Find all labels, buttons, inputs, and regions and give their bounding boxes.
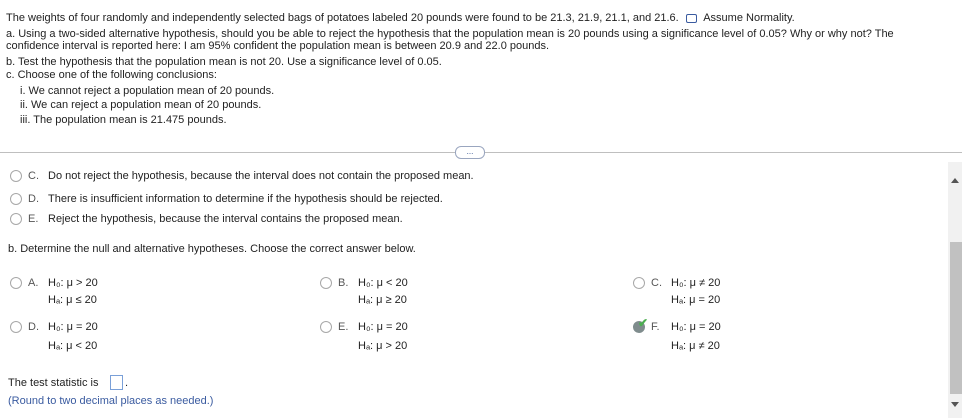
radio-hyp-e[interactable] <box>320 321 332 333</box>
null-hypothesis: H₀: μ < 20 <box>358 277 408 289</box>
option-letter: E. <box>28 213 39 225</box>
alt-hypothesis: Hₐ: μ < 20 <box>48 340 98 352</box>
part-a-text-2: confidence interval is reported here: I … <box>6 40 550 52</box>
alt-hypothesis: Hₐ: μ > 20 <box>358 340 408 352</box>
radio-hyp-b[interactable] <box>320 277 332 289</box>
conclusion-ii: ii. We can reject a population mean of 2… <box>20 99 262 111</box>
radio-hyp-c[interactable] <box>633 277 645 289</box>
option-letter: E. <box>338 321 349 333</box>
option-letter: D. <box>28 321 39 333</box>
option-letter: F. <box>651 321 660 333</box>
scrollbar-thumb[interactable] <box>950 242 962 394</box>
assume-text: Assume Normality. <box>703 12 795 24</box>
null-hypothesis: H₀: μ = 20 <box>48 321 98 333</box>
part-c-text: c. Choose one of the following conclusio… <box>6 69 217 81</box>
option-letter: C. <box>28 170 39 182</box>
alt-hypothesis: Hₐ: μ ≠ 20 <box>671 340 720 352</box>
info-icon[interactable] <box>685 13 697 23</box>
expand-button[interactable]: ... <box>455 146 485 159</box>
alt-hypothesis: Hₐ: μ ≤ 20 <box>48 294 97 306</box>
radio-a-option-c[interactable] <box>10 170 22 182</box>
test-statistic-label: The test statistic is <box>8 377 99 389</box>
intro-text: The weights of four randomly and indepen… <box>6 12 679 24</box>
correct-check-icon: ✔ <box>638 316 649 330</box>
test-statistic-input[interactable] <box>110 375 123 390</box>
alt-hypothesis: Hₐ: μ ≥ 20 <box>358 294 407 306</box>
scroll-down-icon[interactable] <box>951 402 959 407</box>
option-letter: C. <box>651 277 662 289</box>
null-hypothesis: H₀: μ = 20 <box>358 321 408 333</box>
alt-hypothesis: Hₐ: μ = 20 <box>671 294 721 306</box>
question-intro: The weights of four randomly and indepen… <box>6 12 795 24</box>
test-statistic-suffix: . <box>125 377 129 389</box>
round-instruction: (Round to two decimal places as needed.) <box>8 395 214 407</box>
option-letter: B. <box>338 277 349 289</box>
option-text: Reject the hypothesis, because the inter… <box>48 213 403 225</box>
radio-a-option-d[interactable] <box>10 193 22 205</box>
null-hypothesis: H₀: μ = 20 <box>671 321 721 333</box>
part-b-text: b. Test the hypothesis that the populati… <box>6 56 442 68</box>
null-hypothesis: H₀: μ ≠ 20 <box>671 277 721 289</box>
option-text: There is insufficient information to det… <box>48 193 443 205</box>
radio-a-option-e[interactable] <box>10 213 22 225</box>
conclusion-iii: iii. The population mean is 21.475 pound… <box>20 114 227 126</box>
option-text: Do not reject the hypothesis, because th… <box>48 170 474 182</box>
null-hypothesis: H₀: μ > 20 <box>48 277 98 289</box>
option-letter: D. <box>28 193 39 205</box>
conclusion-i: i. We cannot reject a population mean of… <box>20 85 275 97</box>
radio-hyp-d[interactable] <box>10 321 22 333</box>
part-b-prompt: b. Determine the null and alternative hy… <box>8 243 416 255</box>
part-a-text-1: a. Using a two-sided alternative hypothe… <box>6 28 894 40</box>
option-letter: A. <box>28 277 39 289</box>
scroll-up-icon[interactable] <box>951 178 959 183</box>
radio-hyp-a[interactable] <box>10 277 22 289</box>
